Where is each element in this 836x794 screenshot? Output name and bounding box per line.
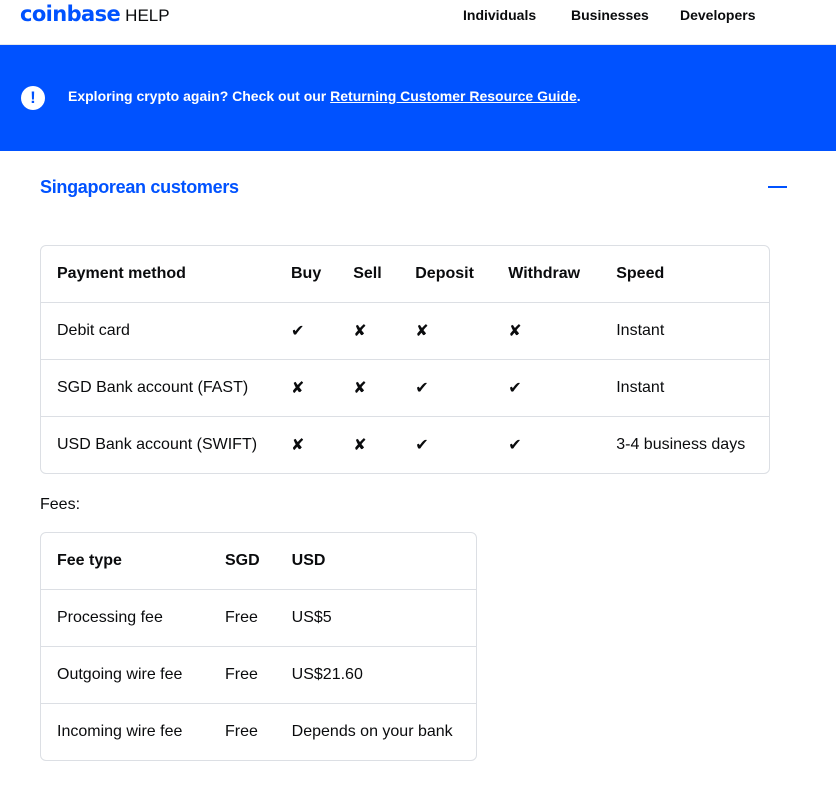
fees-table: Fee type SGD USD Processing fee Free US$…	[40, 532, 477, 761]
table-cell: Outgoing wire fee	[41, 646, 209, 703]
column-header: Fee type	[57, 552, 122, 569]
cross-icon: ✘	[275, 359, 338, 416]
check-icon: ✔	[492, 416, 601, 473]
logo-brand: coinbase	[20, 2, 121, 26]
cross-icon: ✘	[275, 416, 338, 473]
column-header: Withdraw	[508, 265, 581, 282]
table-cell: Incoming wire fee	[41, 703, 209, 760]
table-header-row: Payment method Buy Sell Deposit Withdraw…	[41, 246, 769, 302]
exclamation-icon: !	[21, 86, 45, 110]
table-cell: Free	[209, 703, 276, 760]
minus-icon[interactable]	[768, 186, 787, 188]
table-row: Processing fee Free US$5	[41, 589, 476, 646]
table-cell: US$5	[275, 589, 476, 646]
column-header: Deposit	[415, 265, 474, 282]
column-header: USD	[291, 552, 326, 569]
payment-methods-table: Payment method Buy Sell Deposit Withdraw…	[40, 245, 770, 474]
cross-icon: ✘	[337, 416, 400, 473]
table-row: Incoming wire fee Free Depends on your b…	[41, 703, 476, 760]
table-cell: Processing fee	[41, 589, 209, 646]
top-header: coinbase HELP Individuals Businesses Dev…	[0, 0, 836, 45]
table-cell: 3-4 business days	[600, 416, 769, 473]
table-cell: US$21.60	[275, 646, 476, 703]
info-banner: ! Exploring crypto again? Check out our …	[0, 45, 836, 151]
check-icon: ✔	[399, 416, 493, 473]
table-cell: Instant	[600, 302, 769, 359]
banner-message: Exploring crypto again? Check out our Re…	[68, 88, 581, 104]
table-cell: USD Bank account (SWIFT)	[41, 416, 275, 473]
nav-developers[interactable]: Developers	[680, 7, 755, 23]
banner-text-prefix: Exploring crypto again? Check out our	[68, 88, 331, 104]
coinbase-help-logo[interactable]: coinbase HELP	[20, 2, 170, 26]
column-header: Speed	[616, 265, 665, 282]
table-cell: Instant	[600, 359, 769, 416]
table-row: USD Bank account (SWIFT) ✘ ✘ ✔ ✔ 3-4 bus…	[41, 416, 769, 473]
check-icon: ✔	[275, 302, 338, 359]
table-cell: Debit card	[41, 302, 275, 359]
cross-icon: ✘	[399, 302, 493, 359]
table-row: Debit card ✔ ✘ ✘ ✘ Instant	[41, 302, 769, 359]
table-header-row: Fee type SGD USD	[41, 533, 476, 589]
banner-text-suffix: .	[576, 88, 581, 104]
table-cell: Depends on your bank	[275, 703, 476, 760]
nav-individuals[interactable]: Individuals	[463, 7, 536, 23]
check-icon: ✔	[399, 359, 493, 416]
table-row: SGD Bank account (FAST) ✘ ✘ ✔ ✔ Instant	[41, 359, 769, 416]
check-icon: ✔	[492, 359, 601, 416]
column-header: Payment method	[57, 265, 186, 282]
returning-customer-guide-link[interactable]: Returning Customer Resource Guide	[330, 88, 577, 104]
table-row: Outgoing wire fee Free US$21.60	[41, 646, 476, 703]
cross-icon: ✘	[337, 359, 400, 416]
cross-icon: ✘	[492, 302, 601, 359]
column-header: Sell	[353, 265, 382, 282]
fees-label: Fees:	[40, 496, 81, 513]
table-cell: Free	[209, 646, 276, 703]
section-title[interactable]: Singaporean customers	[40, 177, 239, 198]
logo-help-text: HELP	[125, 6, 170, 25]
cross-icon: ✘	[337, 302, 400, 359]
nav-businesses[interactable]: Businesses	[571, 7, 649, 23]
table-cell: SGD Bank account (FAST)	[41, 359, 275, 416]
table-cell: Free	[209, 589, 276, 646]
column-header: SGD	[225, 552, 260, 569]
column-header: Buy	[291, 265, 322, 282]
